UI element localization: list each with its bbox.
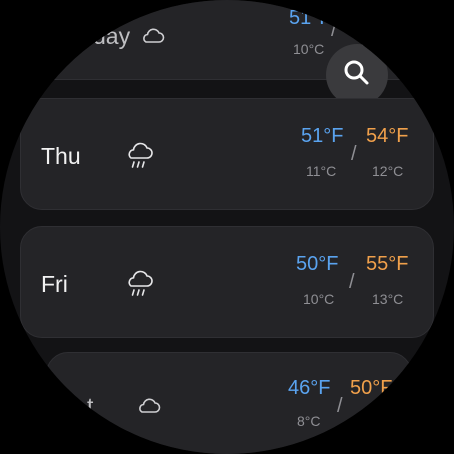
temp-separator: / xyxy=(337,395,343,417)
high-celsius: 13°C xyxy=(372,291,404,307)
low-celsius: 10°C xyxy=(303,291,335,307)
low-celsius: 11°C xyxy=(306,163,337,179)
low-celsius: 10°C xyxy=(293,41,325,57)
forecast-day-label: day xyxy=(93,23,131,49)
high-fahrenheit: 50°F xyxy=(350,377,393,399)
forecast-day-label: Thu xyxy=(41,143,81,169)
search-icon xyxy=(342,58,372,93)
forecast-row-sat[interactable]: t 46°F 50°F / 8°C xyxy=(46,352,412,454)
low-fahrenheit: 50°F xyxy=(296,253,339,275)
cloud-icon xyxy=(135,395,161,420)
temp-separator: / xyxy=(349,271,355,293)
temp-separator: / xyxy=(331,19,337,41)
temp-separator: / xyxy=(351,143,357,165)
rain-icon xyxy=(123,267,155,304)
search-button[interactable] xyxy=(326,44,388,106)
watch-screen: day 51°F 10°C / 15 Thu xyxy=(0,0,454,454)
low-fahrenheit: 51°F xyxy=(301,125,344,147)
low-fahrenheit: 51°F xyxy=(289,7,332,29)
cloud-icon xyxy=(139,25,165,50)
rain-icon xyxy=(123,139,155,176)
forecast-day-label: t xyxy=(87,393,94,419)
low-celsius: 8°C xyxy=(297,413,321,429)
high-fahrenheit: 54°F xyxy=(366,125,409,147)
high-celsius: 12°C xyxy=(372,163,404,179)
forecast-row-fri[interactable]: Fri 50°F 55°F / 10°C 13°C xyxy=(20,226,434,338)
high-fahrenheit: 55°F xyxy=(366,253,409,275)
forecast-day-label: Fri xyxy=(41,271,68,297)
low-fahrenheit: 46°F xyxy=(288,377,331,399)
forecast-row-thu[interactable]: Thu 51°F 54°F / 11°C 12°C xyxy=(20,98,434,210)
